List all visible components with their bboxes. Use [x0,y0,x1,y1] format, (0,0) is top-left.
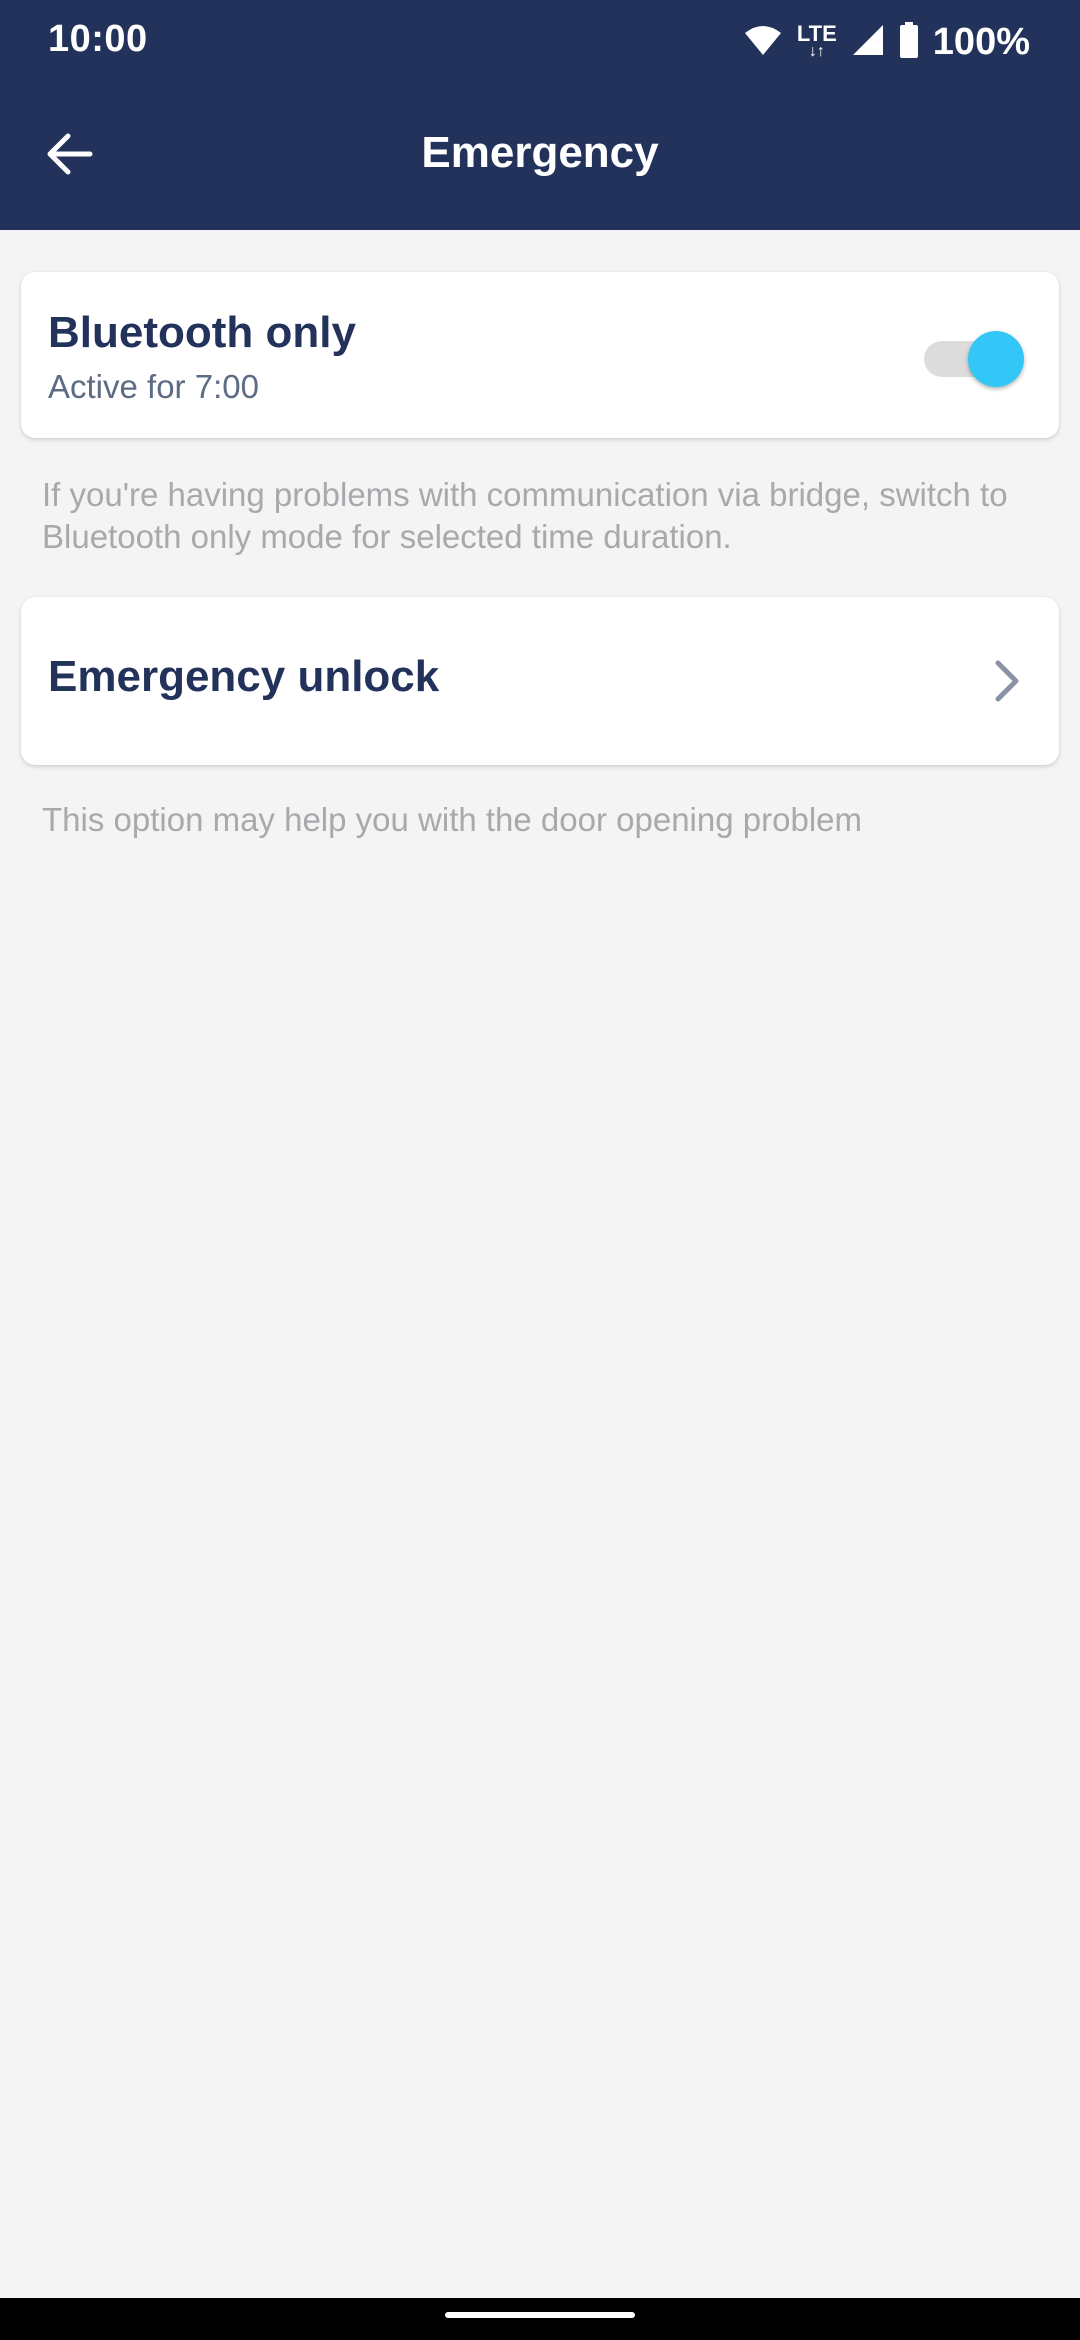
emergency-screen: 10:00 LTE ↓↑ 100% Emergency Bluetooth on… [0,0,1080,2340]
bluetooth-only-toggle[interactable] [924,327,1024,387]
bluetooth-only-status: Active for 7:00 [48,368,259,405]
system-nav-bar [0,2298,1080,2340]
chevron-right-icon [983,653,1031,709]
status-bar: 10:00 LTE ↓↑ 100% [0,0,1080,84]
signal-icon [851,23,885,62]
app-header: 10:00 LTE ↓↑ 100% Emergency [0,0,1080,230]
battery-icon [899,21,919,63]
status-icons: LTE ↓↑ 100% [743,18,1030,66]
wifi-icon [743,23,783,62]
lte-icon: LTE ↓↑ [796,21,837,60]
toggle-knob [968,331,1024,387]
bluetooth-only-description: If you're having problems with communica… [42,476,1008,555]
battery-percent: 100% [932,20,1030,63]
emergency-unlock-description: This option may help you with the door o… [42,801,862,838]
bluetooth-only-title: Bluetooth only [48,308,356,357]
bluetooth-only-card[interactable]: Bluetooth only Active for 7:00 [21,272,1059,438]
emergency-unlock-card[interactable]: Emergency unlock [21,597,1059,765]
home-gesture-handle[interactable] [445,2312,635,2318]
page-title: Emergency [421,128,659,177]
emergency-unlock-title: Emergency unlock [48,652,440,701]
toolbar: Emergency [0,100,1080,212]
status-time: 10:00 [48,18,148,60]
